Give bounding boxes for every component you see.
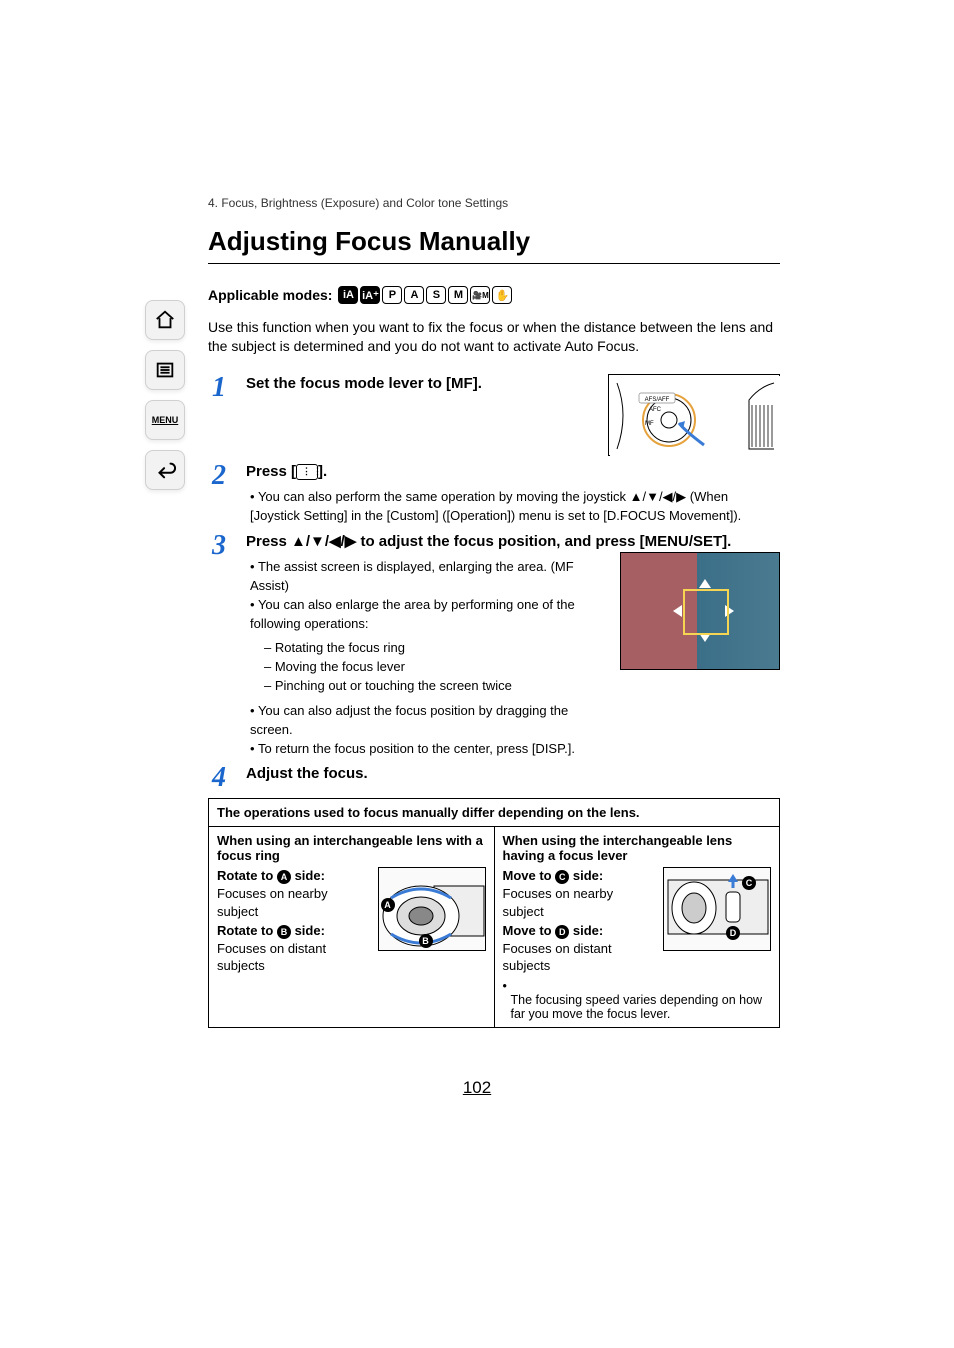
home-button[interactable]	[145, 300, 185, 340]
badge-b-marker: B	[419, 934, 433, 948]
step-3-dash-3: Pinching out or touching the screen twic…	[264, 677, 606, 696]
arrow-left-icon	[673, 605, 682, 617]
focus-lever-note: The focusing speed varies depending on h…	[503, 979, 772, 1021]
badge-b-icon: B	[277, 925, 291, 939]
step-4-heading: Adjust the focus.	[246, 764, 780, 784]
step-1-heading: Set the focus mode lever to [MF].	[246, 374, 594, 394]
mode-movie-icon: 🎥M	[470, 286, 490, 304]
badge-c-icon: C	[555, 870, 569, 884]
focus-lever-diagram: C D	[663, 867, 771, 951]
back-icon	[154, 459, 176, 481]
arrow-up-icon	[699, 579, 711, 588]
lens-operations-table: The operations used to focus manually di…	[208, 798, 780, 1027]
back-button[interactable]	[145, 450, 185, 490]
mode-custom-icon: ✋	[492, 286, 512, 304]
table-col-focus-lever: When using the interchangeable lens havi…	[495, 827, 780, 1026]
mode-ia-icon: iA	[338, 286, 358, 304]
page-content: 4. Focus, Brightness (Exposure) and Colo…	[208, 196, 780, 1028]
move-c-row: Move to C side: Focuses on nearby subjec…	[503, 867, 656, 920]
mode-p-icon: P	[382, 286, 402, 304]
breadcrumb: 4. Focus, Brightness (Exposure) and Colo…	[208, 196, 780, 210]
contents-button[interactable]	[145, 350, 185, 390]
home-icon	[154, 309, 176, 331]
rotate-b-row: Rotate to B side: Focuses on distant sub…	[217, 922, 370, 975]
step-3-heading: Press ▲/▼/◀/▶ to adjust the focus positi…	[246, 532, 780, 552]
step-4: 4 Adjust the focus.	[208, 764, 780, 792]
table-header: The operations used to focus manually di…	[209, 799, 779, 827]
mode-m-icon: M	[448, 286, 468, 304]
page-number: 102	[0, 1078, 954, 1098]
arrow-down-icon	[699, 633, 711, 642]
page-title: Adjusting Focus Manually	[208, 226, 780, 257]
applicable-modes-row: Applicable modes: iA iA⁺ P A S M 🎥M ✋	[208, 286, 780, 304]
table-col-focus-ring: When using an interchangeable lens with …	[209, 827, 495, 1026]
step-number: 2	[208, 462, 230, 490]
step-3-bullet-4: To return the focus position to the cent…	[250, 740, 606, 759]
mode-iaplus-icon: iA⁺	[360, 286, 380, 304]
step-2: 2 Press []. You can also perform the sam…	[208, 462, 780, 526]
move-d-row: Move to D side: Focuses on distant subje…	[503, 922, 656, 975]
step-3-dash-2: Moving the focus lever	[264, 658, 606, 677]
step-2-bullet: You can also perform the same operation …	[250, 488, 780, 526]
step-2-heading: Press [].	[246, 462, 780, 482]
step-3-bullet-2: You can also enlarge the area by perform…	[250, 596, 606, 634]
badge-a-icon: A	[277, 870, 291, 884]
step-1: 1 Set the focus mode lever to [MF]. AFS/…	[208, 374, 780, 456]
diagram-label-afs: AFS/AFF	[645, 397, 670, 403]
modes-label: Applicable modes:	[208, 287, 332, 303]
af-area-button-icon	[296, 464, 318, 480]
col-right-title: When using the interchangeable lens havi…	[503, 833, 733, 863]
step-number: 1	[208, 374, 230, 402]
step-number: 4	[208, 764, 230, 792]
mf-assist-screen-diagram	[620, 552, 780, 670]
step-number: 3	[208, 532, 230, 560]
mode-s-icon: S	[426, 286, 446, 304]
step-3: 3 Press ▲/▼/◀/▶ to adjust the focus posi…	[208, 532, 780, 759]
modes-icons: iA iA⁺ P A S M 🎥M ✋	[338, 286, 512, 304]
title-divider	[208, 263, 780, 264]
badge-a-marker: A	[381, 898, 395, 912]
arrow-right-icon	[725, 605, 734, 617]
sidebar-nav: MENU	[145, 300, 185, 490]
col-left-title: When using an interchangeable lens with …	[217, 833, 483, 863]
badge-d-icon: D	[555, 925, 569, 939]
step-3-dash-1: Rotating the focus ring	[264, 639, 606, 658]
diagram-label-afc: AFC	[649, 407, 662, 413]
step-3-bullet-1: The assist screen is displayed, enlargin…	[250, 558, 606, 596]
intro-text: Use this function when you want to fix t…	[208, 318, 780, 356]
diagram-label-mf: MF	[645, 421, 654, 427]
menu-button[interactable]: MENU	[145, 400, 185, 440]
contents-icon	[154, 359, 176, 381]
step-3-bullet-3: You can also adjust the focus position b…	[250, 702, 606, 740]
focus-ring-diagram: A B	[378, 867, 486, 951]
rotate-a-row: Rotate to A side: Focuses on nearby subj…	[217, 867, 370, 920]
focus-mode-lever-diagram: AFS/AFF AFC MF	[608, 374, 780, 456]
menu-label: MENU	[152, 415, 179, 425]
mode-a-icon: A	[404, 286, 424, 304]
